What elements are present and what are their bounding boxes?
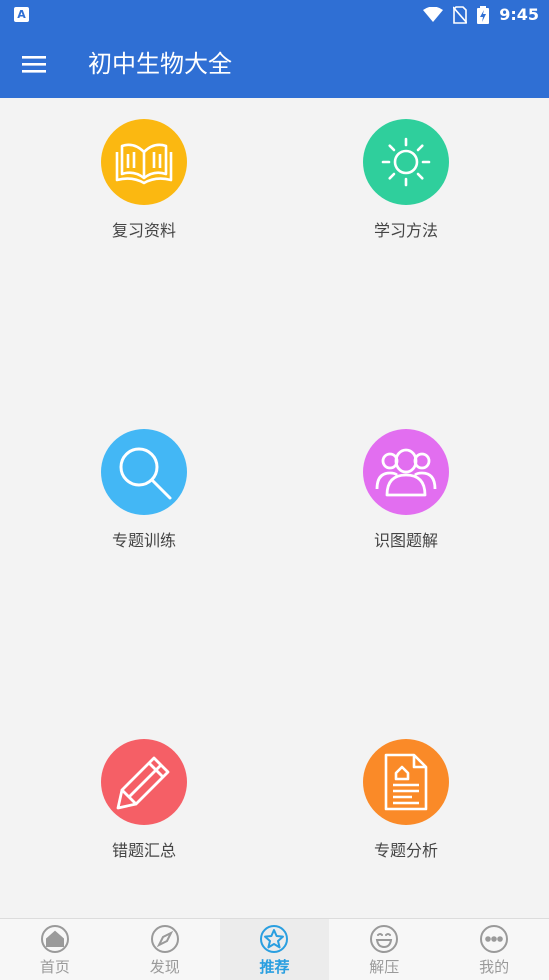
document-icon <box>384 753 428 811</box>
app-bar: 初中生物大全 <box>0 30 549 98</box>
tab-label: 首页 <box>39 958 70 976</box>
tile-label: 复习资料 <box>111 221 176 240</box>
tile-label: 识图题解 <box>373 531 438 550</box>
status-icons <box>423 6 489 24</box>
hamburger-menu-icon <box>22 56 46 73</box>
sun-icon <box>381 137 431 187</box>
tile-mistake-summary[interactable]: 错题汇总 <box>44 739 244 879</box>
tab-recommend[interactable]: 推荐 <box>219 919 330 980</box>
open-book-icon <box>115 143 173 185</box>
tile-icon-circle <box>363 429 449 515</box>
wifi-icon <box>423 7 443 22</box>
tile-topic-practice[interactable]: 专题训练 <box>44 429 244 569</box>
tab-label: 推荐 <box>259 958 290 976</box>
tab-mine[interactable]: 我的 <box>439 919 549 980</box>
tile-icon-circle <box>363 119 449 205</box>
tab-discover[interactable]: 发现 <box>110 919 220 980</box>
tile-label: 专题分析 <box>373 841 438 860</box>
status-bar: A 9:45 <box>0 0 549 30</box>
bottom-tab-bar: 首页 发现 推荐 解压 我的 <box>0 918 549 980</box>
tile-icon-circle <box>101 119 187 205</box>
tile-study-methods[interactable]: 学习方法 <box>306 119 506 259</box>
home-icon <box>40 925 69 953</box>
tab-relax[interactable]: 解压 <box>329 919 439 980</box>
status-time: 9:45 <box>499 5 539 24</box>
feature-grid: 复习资料 学习方法 专题训练 识图题解 错题汇总 专题分析 <box>0 98 549 918</box>
tab-label: 我的 <box>479 958 510 976</box>
no-sim-icon <box>453 6 467 24</box>
star-icon <box>260 925 289 953</box>
battery-charging-icon <box>477 6 489 24</box>
tile-label: 学习方法 <box>373 221 438 240</box>
menu-button[interactable] <box>14 44 54 84</box>
tile-icon-circle <box>101 739 187 825</box>
tile-topic-analysis[interactable]: 专题分析 <box>306 739 506 879</box>
tile-review-materials[interactable]: 复习资料 <box>44 119 244 259</box>
tab-home[interactable]: 首页 <box>0 919 110 980</box>
page-title: 初中生物大全 <box>88 50 232 78</box>
tile-label: 专题训练 <box>111 531 176 550</box>
magnifier-icon <box>119 447 172 500</box>
pencil-icon <box>116 756 170 810</box>
tab-label: 发现 <box>149 958 180 976</box>
smile-icon <box>370 925 399 953</box>
tab-label: 解压 <box>369 958 400 976</box>
more-dots-icon <box>480 925 509 953</box>
status-app-badge: A <box>14 7 29 22</box>
tile-icon-circle <box>101 429 187 515</box>
tile-label: 错题汇总 <box>111 841 176 860</box>
compass-icon <box>150 925 179 953</box>
tile-diagram-solutions[interactable]: 识图题解 <box>306 429 506 569</box>
tile-icon-circle <box>363 739 449 825</box>
user-group-icon <box>375 448 437 497</box>
